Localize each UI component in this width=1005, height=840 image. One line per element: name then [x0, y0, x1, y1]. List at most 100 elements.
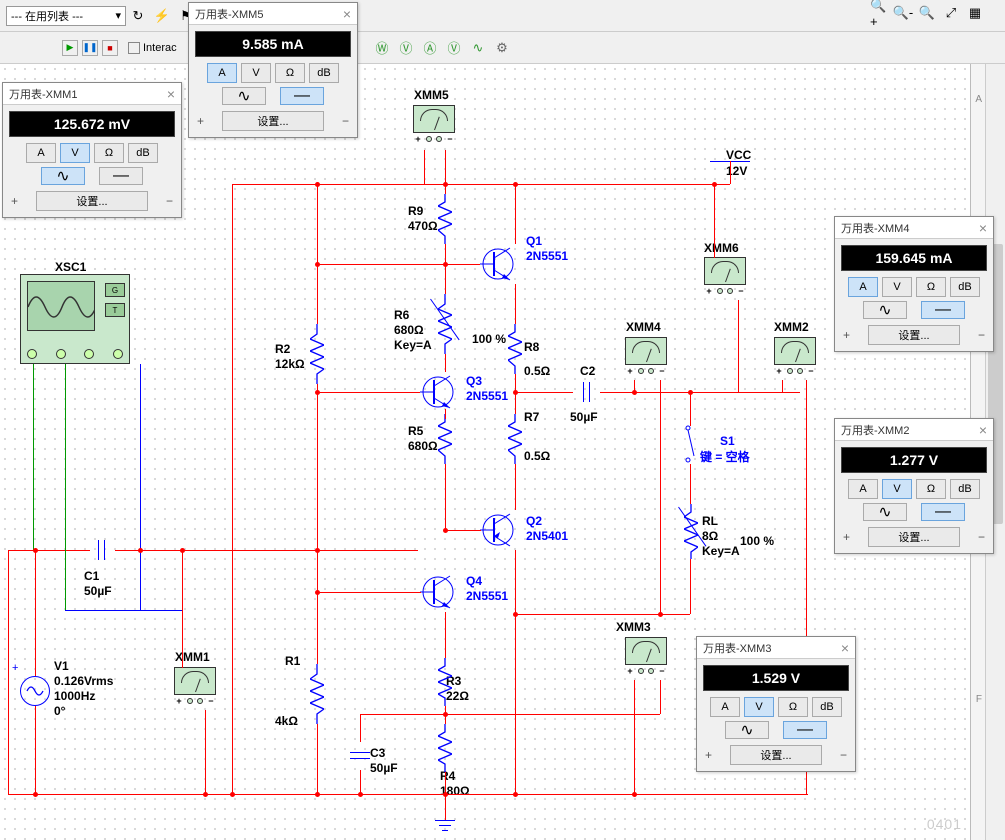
grid-icon[interactable]: ▦ — [966, 4, 984, 22]
wire[interactable] — [445, 464, 446, 530]
mode-a-button[interactable]: A — [26, 143, 56, 163]
settings-button[interactable]: 设置... — [868, 325, 960, 345]
cap-c2[interactable] — [573, 382, 601, 402]
mode-v-button[interactable]: V — [744, 697, 774, 717]
wire[interactable] — [35, 550, 90, 551]
wire[interactable] — [360, 714, 361, 742]
wire[interactable] — [317, 184, 318, 324]
wire[interactable] — [115, 550, 418, 551]
transistor-q1[interactable] — [480, 244, 514, 284]
wire[interactable] — [515, 184, 516, 244]
mode-a-button[interactable]: A — [207, 63, 237, 83]
wire[interactable] — [182, 550, 183, 668]
wire[interactable] — [445, 244, 446, 294]
zoom-fit-icon[interactable]: ⤢ — [942, 4, 960, 22]
wire-blue[interactable] — [140, 364, 141, 550]
mode-v-button[interactable]: V — [60, 143, 90, 163]
resistor-r1[interactable] — [310, 664, 324, 724]
wire[interactable] — [515, 464, 516, 510]
wire-vcc-bus[interactable] — [232, 184, 730, 185]
wire[interactable] — [445, 150, 446, 194]
cap-c1[interactable] — [88, 540, 116, 560]
close-icon[interactable]: × — [841, 640, 849, 656]
active-list-dropdown[interactable]: --- 在用列表 --- ▾ — [6, 6, 126, 26]
meter-xmm1[interactable]: +− — [174, 667, 216, 709]
wire[interactable] — [360, 714, 445, 715]
settings-button[interactable]: 设置... — [222, 111, 324, 131]
ac-button[interactable]: ∿ — [863, 503, 907, 521]
zoom-in-icon[interactable]: 🔍+ — [870, 4, 888, 22]
mode-a-button[interactable]: A — [710, 697, 740, 717]
mode-ohm-button[interactable]: Ω — [778, 697, 808, 717]
resistor-r7[interactable] — [508, 414, 522, 464]
dc-button[interactable]: — — [783, 721, 827, 739]
w-icon[interactable]: Ⓦ — [373, 39, 391, 57]
mode-db-button[interactable]: dB — [950, 277, 980, 297]
wire[interactable] — [445, 354, 446, 372]
wire[interactable] — [515, 392, 573, 393]
interactive-toggle[interactable]: Interac — [128, 42, 177, 54]
meter-xmm6[interactable]: +− — [704, 257, 746, 299]
ac-button[interactable]: ∿ — [725, 721, 769, 739]
probe-icon[interactable]: ⚡ — [153, 7, 171, 25]
meter-xmm4[interactable]: +− — [625, 337, 667, 379]
panel-xmm5[interactable]: 万用表-XMM5× 9.585 mA A V Ω dB ∿ — +设置...− — [188, 2, 358, 138]
oscilloscope-xsc1[interactable]: G T — [20, 274, 130, 364]
panel-xmm4[interactable]: 万用表-XMM4× 159.645 mA A V Ω dB ∿ — +设置...… — [834, 216, 994, 352]
mode-ohm-button[interactable]: Ω — [916, 277, 946, 297]
zoom-out-icon[interactable]: 🔍- — [894, 4, 912, 22]
wire[interactable] — [360, 770, 361, 794]
wire[interactable] — [205, 710, 206, 794]
panel-xmm3[interactable]: 万用表-XMM3× 1.529 V A V Ω dB ∿ — +设置...− — [696, 636, 856, 772]
wire[interactable] — [35, 706, 36, 794]
wire[interactable] — [8, 550, 9, 794]
v2-icon[interactable]: Ⓥ — [445, 39, 463, 57]
wire[interactable] — [232, 184, 233, 794]
panel-xmm2[interactable]: 万用表-XMM2× 1.277 V A V Ω dB ∿ — +设置...− — [834, 418, 994, 554]
close-icon[interactable]: × — [979, 422, 987, 438]
play-button[interactable]: ▶ — [62, 40, 78, 56]
resistor-r4[interactable] — [438, 724, 452, 772]
wire[interactable] — [782, 380, 783, 392]
wire[interactable] — [660, 680, 661, 714]
panel-xmm1[interactable]: 万用表-XMM1× 125.672 mV A V Ω dB ∿ — +设置...… — [2, 82, 182, 218]
transistor-q4[interactable] — [420, 572, 454, 612]
wire[interactable] — [660, 614, 690, 615]
wire[interactable] — [424, 150, 425, 184]
transistor-q2[interactable] — [480, 510, 514, 550]
wire[interactable] — [515, 614, 660, 615]
wire[interactable] — [690, 559, 691, 614]
close-icon[interactable]: × — [343, 6, 351, 22]
transistor-q3[interactable] — [420, 372, 454, 412]
resistor-r5[interactable] — [438, 414, 452, 464]
meter-xmm2[interactable]: +− — [774, 337, 816, 379]
dc-button[interactable]: — — [280, 87, 324, 105]
mode-ohm-button[interactable]: Ω — [94, 143, 124, 163]
wire-green[interactable] — [65, 364, 66, 610]
mode-v-button[interactable]: V — [882, 479, 912, 499]
ac-button[interactable]: ∿ — [41, 167, 85, 185]
wire[interactable] — [730, 161, 731, 184]
wire-gnd-bus[interactable] — [8, 794, 808, 795]
wire[interactable] — [317, 392, 420, 393]
mode-db-button[interactable]: dB — [309, 63, 339, 83]
pause-button[interactable]: ❚❚ — [82, 40, 98, 56]
wire[interactable] — [445, 612, 446, 658]
a-icon[interactable]: Ⓐ — [421, 39, 439, 57]
resistor-r3[interactable] — [438, 658, 452, 706]
wire[interactable] — [714, 184, 715, 258]
ac-button[interactable]: ∿ — [863, 301, 907, 319]
wire[interactable] — [317, 550, 318, 592]
wire[interactable] — [515, 284, 516, 324]
wire[interactable] — [690, 464, 691, 504]
pot-r6[interactable] — [438, 294, 452, 354]
wire[interactable] — [445, 409, 446, 419]
mode-db-button[interactable]: dB — [950, 479, 980, 499]
mode-v-button[interactable]: V — [241, 63, 271, 83]
resistor-r2[interactable] — [310, 324, 324, 384]
wire[interactable] — [445, 714, 660, 715]
mode-ohm-button[interactable]: Ω — [275, 63, 305, 83]
mode-ohm-button[interactable]: Ω — [916, 479, 946, 499]
wire[interactable] — [690, 392, 691, 426]
refresh-icon[interactable]: ↻ — [129, 7, 147, 25]
